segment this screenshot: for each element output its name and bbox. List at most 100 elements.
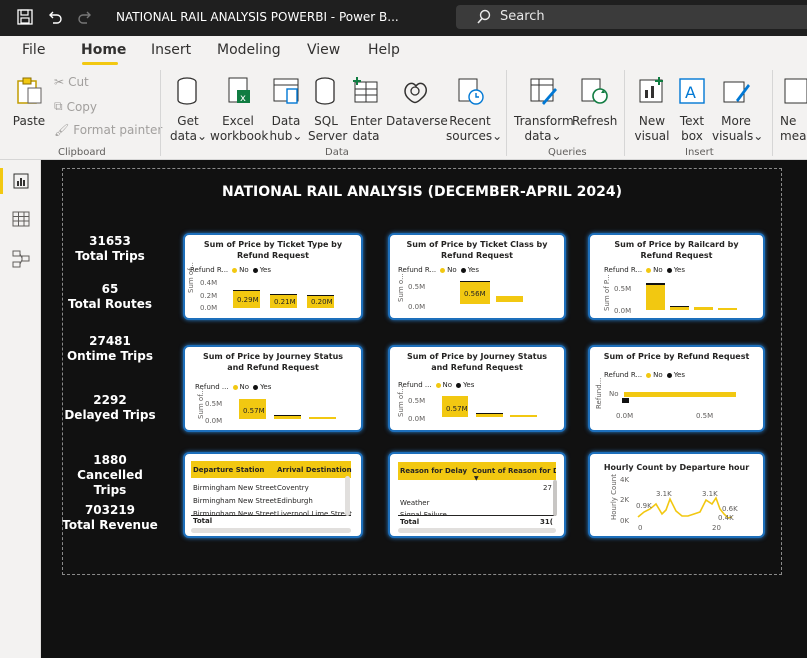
new-visual-button[interactable]: New visual xyxy=(632,76,672,144)
chart-legend: Refund ... No Yes xyxy=(195,383,271,391)
table-departure-arrival[interactable]: Departure Station Arrival Destination Bi… xyxy=(183,452,363,538)
bar-label: 0.21M xyxy=(274,298,296,306)
bar[interactable] xyxy=(309,417,336,419)
chart-price-by-journey-status[interactable]: Sum of Price by Journey Status and Refun… xyxy=(183,345,363,432)
model-view-icon[interactable] xyxy=(8,246,34,272)
category-label: No xyxy=(609,390,619,398)
dataverse-button[interactable]: Dataverse xyxy=(386,76,448,129)
column-header[interactable]: Reason for Delay xyxy=(400,467,467,475)
total-divider xyxy=(398,515,556,516)
bar[interactable] xyxy=(496,296,523,302)
legend-yes: Yes xyxy=(673,266,685,274)
chart-price-by-journey-status-2[interactable]: Sum of Price by Journey Status and Refun… xyxy=(388,345,566,432)
legend-yes: Yes xyxy=(260,383,272,391)
copy-label: Copy xyxy=(66,99,98,114)
bar-label: 0.57M xyxy=(446,405,468,413)
legend-no-swatch xyxy=(232,384,238,390)
table-reason-for-delay[interactable]: Reason for Delay Count of Reason for De … xyxy=(388,452,566,538)
menu-insert[interactable]: Insert xyxy=(151,42,191,58)
bar[interactable] xyxy=(670,306,689,310)
title-bar: NATIONAL RAIL ANALYSIS POWERBI - Power B… xyxy=(0,0,807,36)
data-hub-button[interactable]: Data hub⌄ xyxy=(268,76,304,144)
y-axis-title: Sum of P... xyxy=(603,274,611,311)
table-cell: Birmingham New Street xyxy=(193,497,277,505)
y-axis-title: Sum o... xyxy=(397,273,405,302)
ribbon: Paste ✂ Cut ⧉ Copy 🖌 Format painter Clipboa… xyxy=(0,66,807,160)
data-hub-label-1: Data xyxy=(271,114,301,128)
bar[interactable] xyxy=(694,307,713,310)
sql-label-1: SQL xyxy=(314,114,338,128)
search-box[interactable]: Search xyxy=(456,5,807,29)
report-title: NATIONAL RAIL ANALYSIS (DECEMBER-APRIL 2… xyxy=(221,184,623,200)
enter-data-button[interactable]: Enter data xyxy=(348,76,384,144)
get-data-button[interactable]: Get data⌄ xyxy=(170,76,207,144)
chart-price-by-ticket-type[interactable]: Sum of Price by Ticket Type by Refund Re… xyxy=(183,233,363,320)
report-view-icon[interactable] xyxy=(8,168,34,194)
chart-price-by-railcard[interactable]: Sum of Price by Railcard by Refund Reque… xyxy=(588,233,765,320)
chevron-down-icon: ⌄ xyxy=(551,129,562,143)
menu-modeling[interactable]: Modeling xyxy=(217,42,281,58)
chart-price-by-refund-request[interactable]: Sum of Price by Refund Request Refund R.… xyxy=(588,345,765,432)
bar[interactable] xyxy=(622,398,629,403)
column-header[interactable]: Arrival Destination xyxy=(277,466,352,474)
recent-sources-button[interactable]: Recent sources⌄ xyxy=(446,76,502,144)
transform-label-1: Transform xyxy=(514,114,574,128)
enter-data-label-1: Enter xyxy=(349,114,383,128)
chart-legend: Refund R... No Yes xyxy=(190,266,271,274)
refresh-button[interactable]: Refresh xyxy=(572,76,617,129)
transform-label-2: data xyxy=(524,129,552,143)
legend-no: No xyxy=(442,381,453,389)
transform-data-button[interactable]: Transform data⌄ xyxy=(514,76,574,144)
svg-text:x: x xyxy=(240,93,246,104)
data-label: 0.4K xyxy=(718,514,734,522)
chart-hourly-count[interactable]: Hourly Count by Departure hour Hourly Co… xyxy=(588,452,765,538)
text-box-button[interactable]: A Text box xyxy=(674,76,710,144)
sort-desc-icon[interactable]: ▼ xyxy=(474,475,479,482)
view-switcher xyxy=(0,160,41,658)
vertical-scrollbar[interactable] xyxy=(345,476,350,516)
menu-view[interactable]: View xyxy=(307,42,340,58)
sql-server-icon xyxy=(315,77,335,105)
copy-button[interactable]: ⧉ Copy xyxy=(54,99,97,114)
format-painter-button[interactable]: 🖌 Format painter xyxy=(54,123,162,137)
y-tick: 0.0M xyxy=(408,303,426,311)
excel-workbook-button[interactable]: x Excel workbook xyxy=(210,76,268,144)
kpi-label: Cancelled Trips xyxy=(77,468,143,497)
bar[interactable] xyxy=(624,392,736,397)
undo-icon[interactable] xyxy=(46,8,64,26)
menu-home[interactable]: Home xyxy=(81,42,126,58)
vertical-scrollbar[interactable] xyxy=(553,480,557,516)
cut-button[interactable]: ✂ Cut xyxy=(54,75,89,89)
new-measure-button[interactable]: Ne meas xyxy=(780,76,807,144)
more-visuals-button[interactable]: More visuals⌄ xyxy=(712,76,763,144)
bar[interactable] xyxy=(646,283,665,310)
column-header[interactable]: Count of Reason for De xyxy=(472,467,556,475)
horizontal-scrollbar[interactable] xyxy=(191,528,351,533)
y-axis-title: Sum of... xyxy=(187,262,195,293)
y-tick: 0.2M xyxy=(200,292,218,300)
legend-no: No xyxy=(447,266,457,274)
sql-label-2: Server xyxy=(308,129,348,143)
bar[interactable] xyxy=(510,415,537,417)
bar[interactable] xyxy=(476,413,503,417)
sql-server-button[interactable]: SQL Server xyxy=(308,76,348,144)
menu-file[interactable]: File xyxy=(22,42,45,58)
chart-title: Sum of Price by Refund Request xyxy=(603,352,750,361)
redo-icon[interactable] xyxy=(76,8,94,26)
menu-help[interactable]: Help xyxy=(368,42,400,58)
line-series[interactable] xyxy=(590,454,765,538)
kpi-value: 65 xyxy=(101,282,119,296)
table-view-icon[interactable] xyxy=(8,206,34,232)
bar[interactable] xyxy=(718,308,737,310)
kpi-value: 31653 xyxy=(89,234,131,248)
column-header[interactable]: Departure Station xyxy=(193,466,264,474)
bar[interactable] xyxy=(274,415,301,419)
table-total-value: 31( xyxy=(540,518,553,526)
paste-button[interactable]: Paste xyxy=(12,76,46,129)
save-icon[interactable] xyxy=(16,8,34,26)
legend-yes-swatch xyxy=(252,267,258,273)
chart-price-by-ticket-class[interactable]: Sum of Price by Ticket Class by Refund R… xyxy=(388,233,566,320)
paste-icon xyxy=(17,77,42,104)
horizontal-scrollbar[interactable] xyxy=(398,528,556,533)
legend-no: No xyxy=(653,371,663,379)
